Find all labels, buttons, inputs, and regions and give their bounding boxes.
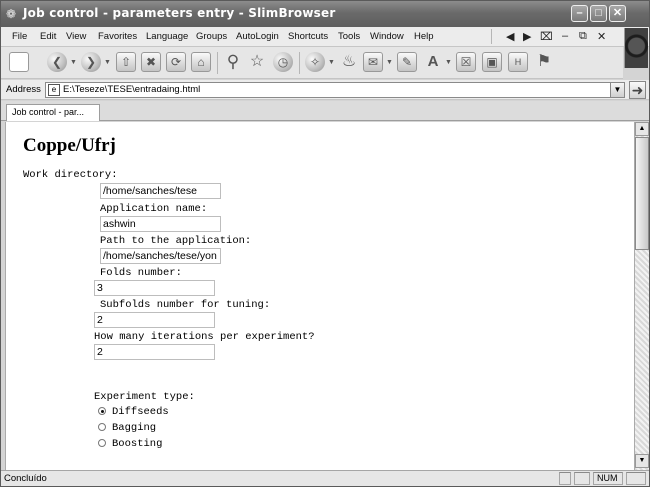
minimize-button[interactable]: – xyxy=(571,5,588,22)
application-path-input[interactable]: /home/sanches/tese/yon xyxy=(100,248,221,264)
address-label: Address xyxy=(6,84,41,95)
menu-edit[interactable]: Edit xyxy=(40,31,56,42)
radio-label: Bagging xyxy=(112,422,157,434)
text-size-icon[interactable]: A xyxy=(423,52,443,72)
subfolds-number-input[interactable]: 2 xyxy=(94,312,215,328)
status-text: Concluído xyxy=(4,473,47,484)
forward-dropdown-icon[interactable]: ▼ xyxy=(104,59,111,66)
work-directory-input[interactable]: /home/sanches/tese xyxy=(100,183,221,199)
mdi-minimize-icon[interactable]: – xyxy=(562,30,568,42)
folds-number-label: Folds number: xyxy=(100,267,182,279)
vertical-scrollbar[interactable]: ▲ ▼ xyxy=(634,122,649,470)
status-cell xyxy=(574,472,590,485)
go-arrow-icon[interactable]: ➜ xyxy=(629,81,646,99)
address-value: E:\Teseze\TESE\entradaing.html xyxy=(63,84,201,95)
maximize-button[interactable]: □ xyxy=(590,5,607,22)
scroll-up-icon[interactable]: ▲ xyxy=(635,122,649,136)
menu-file[interactable]: File xyxy=(12,31,27,42)
page-heading: Coppe/Ufrj xyxy=(23,135,116,156)
scrollbar-thumb[interactable] xyxy=(635,137,649,250)
html-source-icon[interactable]: H xyxy=(508,52,528,72)
status-bar: Concluído NUM xyxy=(1,470,649,486)
status-cell xyxy=(559,472,571,485)
stop-icon[interactable]: ✖ xyxy=(141,52,161,72)
menu-autologin[interactable]: AutoLogin xyxy=(236,31,279,42)
mail-dropdown-icon[interactable]: ▼ xyxy=(386,59,393,66)
close-button[interactable]: ✕ xyxy=(609,5,626,22)
page-icon: e xyxy=(48,84,60,96)
menu-groups[interactable]: Groups xyxy=(196,31,227,42)
menu-help[interactable]: Help xyxy=(414,31,434,42)
radio-label: Boosting xyxy=(112,438,163,450)
menu-favorites[interactable]: Favorites xyxy=(98,31,137,42)
tab-bar: Job control - par... xyxy=(1,101,649,121)
new-page-icon[interactable] xyxy=(9,52,29,72)
status-cell xyxy=(626,472,646,485)
application-path-label: Path to the application: xyxy=(100,235,252,247)
radio-label: Diffseeds xyxy=(112,406,169,418)
scroll-down-icon[interactable]: ▼ xyxy=(635,454,649,468)
mdi-restore-icon[interactable]: ⧉ xyxy=(579,30,587,43)
text-size-dropdown-icon[interactable]: ▼ xyxy=(445,59,452,66)
radio-button[interactable] xyxy=(98,423,106,431)
application-name-label: Application name: xyxy=(100,203,208,215)
iterations-label: How many iterations per experiment? xyxy=(94,331,315,343)
home-icon[interactable]: ⌂ xyxy=(191,52,211,72)
page-viewport: Coppe/Ufrj Work directory: /home/sanches… xyxy=(5,122,634,470)
address-dropdown-icon[interactable]: ▼ xyxy=(610,82,625,98)
menu-shortcuts[interactable]: Shortcuts xyxy=(288,31,328,42)
image-icon[interactable]: ▣ xyxy=(482,52,502,72)
browser-globe-icon: ❁ xyxy=(6,7,17,21)
title-bar[interactable]: ❁ Job control - parameters entry - SlimB… xyxy=(1,1,649,27)
address-bar: Address e E:\Teseze\TESE\entradaing.html… xyxy=(1,80,649,100)
forward-icon[interactable]: ❯ xyxy=(81,52,101,72)
menu-divider xyxy=(491,29,492,44)
block-popup-icon[interactable]: ☒ xyxy=(456,52,476,72)
mail-icon[interactable]: ✉ xyxy=(363,52,383,72)
back-dropdown-icon[interactable]: ▼ xyxy=(70,59,77,66)
history-icon[interactable]: ◷ xyxy=(273,52,293,72)
folds-number-input[interactable]: 3 xyxy=(94,280,215,296)
menu-tools[interactable]: Tools xyxy=(338,31,360,42)
skin-icon[interactable]: ⚑ xyxy=(534,52,554,72)
menu-bar: File Edit View Favorites Language Groups… xyxy=(1,27,649,47)
toolbar-divider xyxy=(299,52,300,74)
close-all-icon[interactable]: ⌧ xyxy=(540,30,553,43)
menu-window[interactable]: Window xyxy=(370,31,404,42)
next-window-icon[interactable]: ▶ xyxy=(523,30,531,43)
tab-job-control[interactable]: Job control - par... xyxy=(6,104,100,121)
browser-window: ❁ Job control - parameters entry - SlimB… xyxy=(0,0,650,487)
cleaner-icon[interactable]: ♨ xyxy=(339,52,359,72)
application-name-input[interactable]: ashwin xyxy=(100,216,221,232)
favorites-star-icon[interactable]: ☆ xyxy=(247,52,267,72)
up-level-icon[interactable]: ⇧ xyxy=(116,52,136,72)
work-directory-label: Work directory: xyxy=(23,169,118,181)
menu-view[interactable]: View xyxy=(66,31,86,42)
toolbar-divider xyxy=(217,52,218,74)
radio-button[interactable] xyxy=(98,439,106,447)
subfolds-number-label: Subfolds number for tuning: xyxy=(100,299,271,311)
tab-label: Job control - par... xyxy=(12,107,85,117)
address-input[interactable]: e E:\Teseze\TESE\entradaing.html xyxy=(45,82,611,98)
num-lock-indicator: NUM xyxy=(597,473,618,483)
mdi-close-icon[interactable]: ✕ xyxy=(597,30,606,43)
window-title: Job control - parameters entry - SlimBro… xyxy=(23,6,336,20)
popup-killer-icon[interactable]: ✧ xyxy=(305,52,325,72)
search-icon[interactable]: ⚲ xyxy=(223,52,243,72)
prev-window-icon[interactable]: ◀ xyxy=(506,30,514,43)
menu-language[interactable]: Language xyxy=(146,31,188,42)
toolbar: ❮ ▼ ❯ ▼ ⇧ ✖ ⟳ ⌂ ⚲ ☆ ◷ ✧ ▼ ♨ ✉ ▼ ✎ A ▼ ☒ … xyxy=(1,47,623,79)
refresh-icon[interactable]: ⟳ xyxy=(166,52,186,72)
experiment-type-label: Experiment type: xyxy=(94,391,195,403)
iterations-input[interactable]: 2 xyxy=(94,344,215,360)
form-filler-icon[interactable]: ✎ xyxy=(397,52,417,72)
browser-activity-icon xyxy=(624,28,648,68)
back-icon[interactable]: ❮ xyxy=(47,52,67,72)
popup-dropdown-icon[interactable]: ▼ xyxy=(328,59,335,66)
radio-button-checked[interactable] xyxy=(98,407,106,415)
